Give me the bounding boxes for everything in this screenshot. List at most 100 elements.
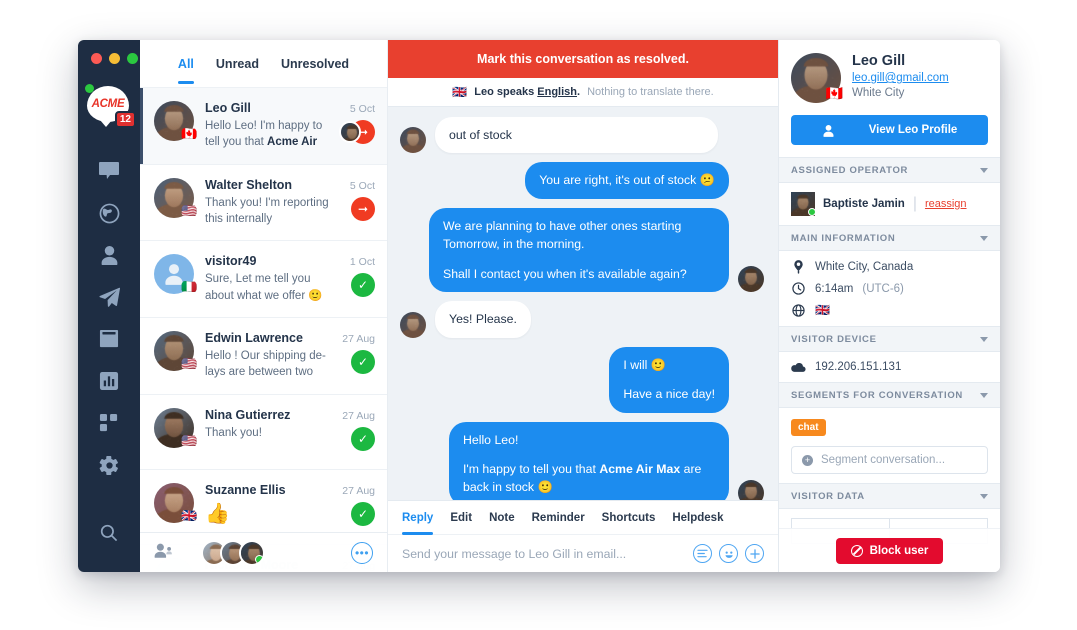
status-badge-arrow[interactable]: ➞ bbox=[351, 196, 375, 221]
message-row-outgoing: We are planning to have other ones start… bbox=[400, 207, 764, 293]
maximize-window-button[interactable] bbox=[127, 53, 138, 64]
composer-tab-helpdesk[interactable]: Helpdesk bbox=[672, 501, 723, 535]
conversation-preview: Thank you! I'm reporting this internally bbox=[205, 196, 329, 225]
tab-unresolved[interactable]: Unresolved bbox=[281, 44, 349, 84]
nav-plugins-icon[interactable] bbox=[78, 402, 140, 444]
location-pin-icon bbox=[791, 260, 806, 274]
nav-items bbox=[78, 150, 140, 554]
visitor-local-time: 6:14am bbox=[815, 282, 854, 295]
conversation-item-walter-shelton[interactable]: 🇺🇸 Walter Shelton 5 Oct Thank you! I'm r… bbox=[140, 165, 387, 242]
conversation-name: visitor49 bbox=[205, 254, 257, 269]
conversation-item-leo-gill[interactable]: 🇨🇦 Leo Gill 5 Oct Hello Leo! I'm happy t… bbox=[140, 88, 387, 165]
composer-tab-reply[interactable]: Reply bbox=[402, 501, 434, 535]
view-profile-button[interactable]: View Leo Profile bbox=[791, 115, 988, 145]
chevron-down-icon[interactable] bbox=[980, 493, 988, 499]
status-badge-check[interactable]: ✓ bbox=[351, 349, 375, 374]
country-flag-icon: 🇬🇧 bbox=[181, 507, 197, 523]
message-input[interactable] bbox=[402, 546, 693, 561]
segment-tag-chat[interactable]: chat bbox=[791, 419, 826, 436]
avatar: 🇺🇸 bbox=[154, 330, 197, 371]
active-operators-group[interactable] bbox=[201, 539, 265, 566]
section-title: VISITOR DEVICE bbox=[791, 333, 877, 345]
visitor-location: White City, Canada bbox=[815, 261, 914, 273]
conversation-item-visitor49[interactable]: 🇮🇹 visitor49 1 Oct Sure, Let me tell you… bbox=[140, 241, 387, 318]
visitor-language-flag-icon: 🇬🇧 bbox=[815, 303, 830, 317]
visitor-device-body: 192.206.151.131 bbox=[779, 352, 1000, 382]
segment-conversation-input[interactable]: + Segment conversation... bbox=[791, 446, 988, 474]
close-window-button[interactable] bbox=[91, 53, 102, 64]
status-badge-check[interactable]: ✓ bbox=[351, 501, 375, 526]
chevron-down-icon[interactable] bbox=[980, 336, 988, 342]
message-row-outgoing: You are right, it's out of stock 😕 bbox=[400, 162, 764, 199]
conversation-name: Edwin Lawrence bbox=[205, 330, 303, 345]
tab-unread[interactable]: Unread bbox=[216, 44, 259, 84]
section-visitor-data[interactable]: VISITOR DATA bbox=[779, 483, 1000, 509]
conversation-item-edwin-lawrence[interactable]: 🇺🇸 Edwin Lawrence 27 Aug Hello ! Our shi… bbox=[140, 318, 387, 395]
section-main-information[interactable]: MAIN INFORMATION bbox=[779, 225, 1000, 251]
window-traffic-lights bbox=[91, 53, 138, 64]
section-visitor-device[interactable]: VISITOR DEVICE bbox=[779, 326, 1000, 352]
emoji-icon[interactable] bbox=[719, 544, 738, 563]
section-title: SEGMENTS FOR CONVERSATION bbox=[791, 389, 963, 401]
conversation-name: Nina Gutierrez bbox=[205, 407, 291, 422]
message-bubble: Yes! Please. bbox=[435, 301, 531, 338]
conversation-preview: 👍 bbox=[205, 502, 230, 525]
nav-contacts-icon[interactable] bbox=[78, 234, 140, 276]
view-profile-label: View Leo Profile bbox=[868, 124, 958, 136]
visitor-email-link[interactable]: leo.gill@gmail.com bbox=[852, 72, 949, 84]
country-flag-icon: 🇨🇦 bbox=[181, 126, 197, 141]
section-title: MAIN INFORMATION bbox=[791, 232, 896, 244]
composer-tab-note[interactable]: Note bbox=[489, 501, 515, 535]
section-assigned-operator[interactable]: ASSIGNED OPERATOR bbox=[779, 157, 1000, 183]
nav-helpdesk-icon[interactable] bbox=[78, 318, 140, 360]
country-flag-icon: 🇺🇸 bbox=[181, 355, 197, 371]
conversation-scroll-area[interactable]: 🇨🇦 Leo Gill 5 Oct Hello Leo! I'm happy t… bbox=[140, 88, 387, 572]
tab-all[interactable]: All bbox=[177, 44, 194, 84]
composer-tab-edit[interactable]: Edit bbox=[450, 501, 472, 535]
operator-name: Baptiste Jamin bbox=[823, 198, 905, 210]
nav-analytics-icon[interactable] bbox=[78, 360, 140, 402]
avatar: 🇨🇦 bbox=[154, 101, 197, 141]
nav-settings-icon[interactable] bbox=[78, 444, 140, 486]
mark-resolved-banner[interactable]: Mark this conversation as resolved. bbox=[388, 40, 778, 78]
nav-globe-icon[interactable] bbox=[78, 192, 140, 234]
divider: | bbox=[912, 195, 917, 212]
avatar: 🇨🇦 bbox=[791, 53, 843, 103]
visitor-timezone: (UTC-6) bbox=[862, 282, 904, 295]
page-title: Leo Gill bbox=[852, 53, 906, 69]
reassign-link[interactable]: reassign bbox=[925, 198, 967, 210]
conversation-date: 5 Oct bbox=[349, 179, 375, 192]
block-user-button[interactable]: Block user bbox=[835, 537, 944, 564]
brand-name: ACME bbox=[91, 98, 125, 110]
chevron-down-icon[interactable] bbox=[980, 167, 988, 173]
visitor-details-panel: 🇨🇦 Leo Gill leo.gill@gmail.com White Cit… bbox=[778, 40, 1000, 572]
nav-search-icon[interactable] bbox=[78, 512, 140, 554]
status-badge-check[interactable]: ✓ bbox=[351, 273, 375, 298]
conversation-preview: Hello ! Our shipping de-lays are between… bbox=[205, 349, 326, 379]
minimize-window-button[interactable] bbox=[109, 53, 120, 64]
app-window: ACME 12 All Unread Unresolved 🇨🇦 Leo Gil… bbox=[78, 40, 1000, 572]
conversation-name: Leo Gill bbox=[205, 101, 251, 115]
visitors-icon[interactable] bbox=[154, 543, 174, 563]
conversation-name: Suzanne Ellis bbox=[205, 482, 286, 497]
chevron-down-icon[interactable] bbox=[980, 392, 988, 398]
status-badge-check[interactable]: ✓ bbox=[351, 426, 375, 451]
translation-language-link[interactable]: English bbox=[537, 86, 577, 98]
left-nav-sidebar: ACME 12 bbox=[78, 40, 140, 572]
chevron-down-icon[interactable] bbox=[980, 235, 988, 241]
more-options-icon[interactable]: ••• bbox=[351, 541, 373, 564]
composer-tab-reminder[interactable]: Reminder bbox=[532, 501, 585, 535]
main-information-body: White City, Canada 6:14am (UTC-6) 🇬🇧 bbox=[779, 251, 1000, 326]
conversation-preview: Hello Leo! I'm happy to tell you that Ac… bbox=[205, 120, 323, 149]
message-composer: Reply Edit Note Reminder Shortcuts Helpd… bbox=[388, 500, 778, 572]
section-segments[interactable]: SEGMENTS FOR CONVERSATION bbox=[779, 382, 1000, 408]
cloud-icon bbox=[791, 362, 806, 373]
nav-campaigns-icon[interactable] bbox=[78, 276, 140, 318]
brand-logo[interactable]: ACME 12 bbox=[85, 84, 136, 128]
conversation-item-nina-gutierrez[interactable]: 🇺🇸 Nina Gutierrez 27 Aug Thank you! ✓ bbox=[140, 395, 387, 470]
composer-tab-shortcuts[interactable]: Shortcuts bbox=[602, 501, 656, 535]
attach-plus-icon[interactable] bbox=[745, 544, 764, 563]
message-thread[interactable]: out of stock You are right, it's out of … bbox=[388, 107, 778, 500]
format-icon[interactable] bbox=[693, 544, 712, 563]
nav-chat-icon[interactable] bbox=[78, 150, 140, 192]
